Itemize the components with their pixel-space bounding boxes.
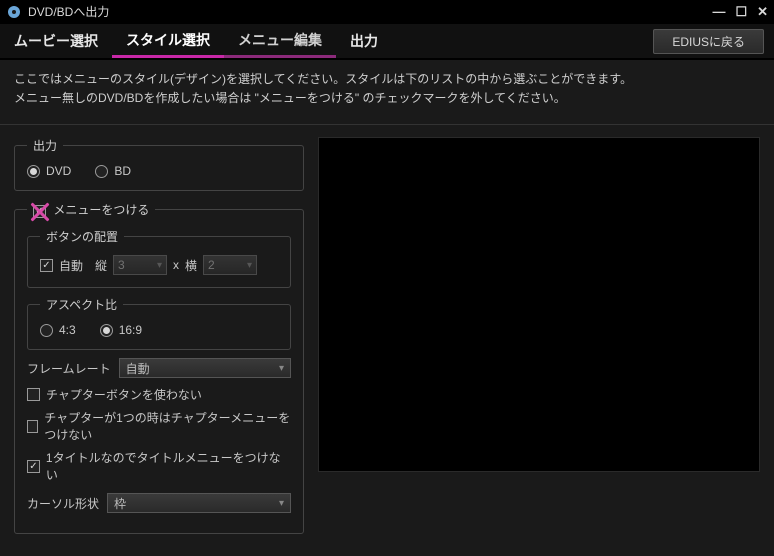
aspect-group: アスペクト比 4:3 16:9 [27, 296, 291, 350]
window-title: DVD/BDへ出力 [28, 3, 712, 20]
radio-label: DVD [46, 164, 71, 178]
auto-layout-checkbox[interactable]: 自動 [40, 257, 83, 274]
checkbox-label: 1タイトルなのでタイトルメニューをつけない [46, 449, 291, 483]
description-text: ここではメニューのスタイル(デザイン)を選択してください。スタイルは下のリストの… [0, 60, 774, 125]
framerate-label: フレームレート [27, 360, 111, 377]
preview-area [318, 137, 760, 472]
radio-16-9[interactable]: 16:9 [100, 323, 142, 337]
select-value: 2 [208, 258, 215, 272]
output-legend: 出力 [27, 137, 63, 154]
close-button[interactable]: ✕ [757, 4, 768, 20]
description-line: メニュー無しのDVD/BDを作成したい場合は "メニューをつける" のチェックマ… [14, 89, 760, 108]
top-toolbar: ムービー選択 スタイル選択 メニュー編集 出力 EDIUSに戻る [0, 24, 774, 60]
minimize-button[interactable]: — [712, 4, 725, 19]
x-label: x [173, 258, 179, 272]
horizontal-label: 横 [185, 257, 197, 274]
checkbox-icon [27, 388, 40, 401]
cursor-shape-label: カーソル形状 [27, 495, 99, 512]
button-layout-group: ボタンの配置 自動 縦 3 x 横 2 [27, 228, 291, 288]
checkbox-icon [27, 460, 40, 473]
checkbox-label: チャプターボタンを使わない [46, 386, 202, 403]
checkbox-icon [27, 420, 38, 433]
tab-movie[interactable]: ムービー選択 [0, 24, 112, 58]
chk-one-title[interactable]: 1タイトルなのでタイトルメニューをつけない [27, 449, 291, 483]
select-value: 3 [118, 258, 125, 272]
checkbox-label: チャプターが1つの時はチャプターメニューをつけない [44, 409, 291, 443]
checkbox-label: 自動 [59, 257, 83, 274]
maximize-button[interactable]: ☐ [735, 4, 747, 20]
radio-icon [100, 324, 113, 337]
menu-legend: メニューをつける [27, 201, 155, 218]
checkbox-icon [40, 259, 53, 272]
radio-dvd[interactable]: DVD [27, 164, 71, 178]
vertical-select[interactable]: 3 [113, 255, 167, 275]
tab-strip: ムービー選択 スタイル選択 メニュー編集 出力 [0, 24, 392, 58]
chk-no-chapter-button[interactable]: チャプターボタンを使わない [27, 386, 291, 403]
aspect-legend: アスペクト比 [40, 296, 123, 313]
horizontal-select[interactable]: 2 [203, 255, 257, 275]
radio-label: 4:3 [59, 323, 76, 337]
tab-style[interactable]: スタイル選択 [112, 24, 224, 58]
menu-enable-checkbox[interactable] [33, 205, 46, 218]
radio-label: 16:9 [119, 323, 142, 337]
vertical-label: 縦 [95, 257, 107, 274]
menu-enable-label: メニューをつける [53, 203, 149, 217]
chk-one-chapter[interactable]: チャプターが1つの時はチャプターメニューをつけない [27, 409, 291, 443]
output-group: 出力 DVD BD [14, 137, 304, 191]
select-value: 枠 [114, 495, 126, 512]
menu-group: メニューをつける ボタンの配置 自動 縦 3 x 横 2 [14, 201, 304, 534]
titlebar: DVD/BDへ出力 — ☐ ✕ [0, 0, 774, 24]
annotated-checkbox-wrapper [33, 205, 46, 218]
radio-icon [40, 324, 53, 337]
button-layout-legend: ボタンの配置 [40, 228, 124, 245]
select-value: 自動 [126, 360, 150, 377]
radio-4-3[interactable]: 4:3 [40, 323, 76, 337]
disc-icon [6, 4, 22, 20]
radio-label: BD [114, 164, 131, 178]
radio-bd[interactable]: BD [95, 164, 131, 178]
framerate-select[interactable]: 自動 [119, 358, 291, 378]
return-to-edius-button[interactable]: EDIUSに戻る [653, 29, 764, 54]
cursor-shape-select[interactable]: 枠 [107, 493, 291, 513]
description-line: ここではメニューのスタイル(デザイン)を選択してください。スタイルは下のリストの… [14, 70, 760, 89]
radio-icon [27, 165, 40, 178]
radio-icon [95, 165, 108, 178]
tab-output[interactable]: 出力 [336, 24, 392, 58]
tab-menu-edit[interactable]: メニュー編集 [224, 24, 336, 58]
